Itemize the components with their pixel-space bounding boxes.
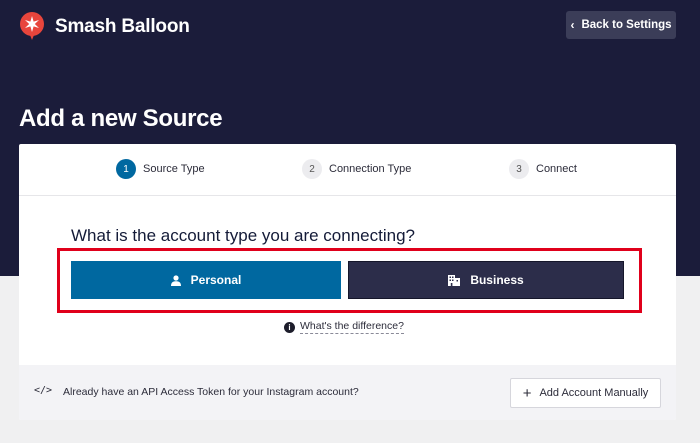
step-number: 1 — [116, 159, 136, 179]
difference-label: What's the difference? — [300, 320, 404, 334]
account-type-question: What is the account type you are connect… — [71, 226, 415, 245]
chevron-left-icon: ‹ — [570, 18, 575, 32]
step-number: 2 — [302, 159, 322, 179]
api-token-prompt: Already have an API Access Token for you… — [63, 386, 359, 398]
building-icon — [448, 274, 461, 286]
step-source-type: 1 Source Type — [116, 159, 205, 179]
business-label: Business — [470, 273, 524, 287]
info-icon: i — [284, 321, 295, 333]
business-account-button[interactable]: Business — [348, 261, 624, 299]
user-icon — [170, 274, 181, 286]
whats-the-difference-link[interactable]: i What's the difference? — [284, 320, 404, 334]
step-connection-type: 2 Connection Type — [302, 159, 411, 179]
page-title: Add a new Source — [19, 105, 223, 132]
step-label: Connect — [536, 163, 577, 175]
brand-name: Smash Balloon — [55, 16, 190, 37]
source-wizard-card: 1 Source Type 2 Connection Type 3 Connec… — [19, 144, 676, 420]
personal-account-button[interactable]: Personal — [71, 261, 341, 299]
step-connect: 3 Connect — [509, 159, 577, 179]
add-account-manually-button[interactable]: + Add Account Manually — [510, 378, 661, 408]
code-icon: </> — [34, 385, 53, 396]
back-to-settings-button[interactable]: ‹ Back to Settings — [566, 11, 676, 39]
personal-label: Personal — [190, 273, 242, 287]
add-manual-label: Add Account Manually — [539, 387, 649, 399]
step-indicator: 1 Source Type 2 Connection Type 3 Connec… — [19, 144, 676, 196]
step-label: Connection Type — [329, 163, 412, 175]
back-to-settings-label: Back to Settings — [581, 19, 672, 31]
step-number: 3 — [509, 159, 529, 179]
plus-icon: + — [522, 384, 532, 402]
manual-token-footer: </> Already have an API Access Token for… — [19, 365, 676, 420]
step-label: Source Type — [143, 163, 205, 175]
balloon-logo-icon — [20, 12, 44, 40]
brand[interactable]: Smash Balloon — [19, 11, 190, 43]
